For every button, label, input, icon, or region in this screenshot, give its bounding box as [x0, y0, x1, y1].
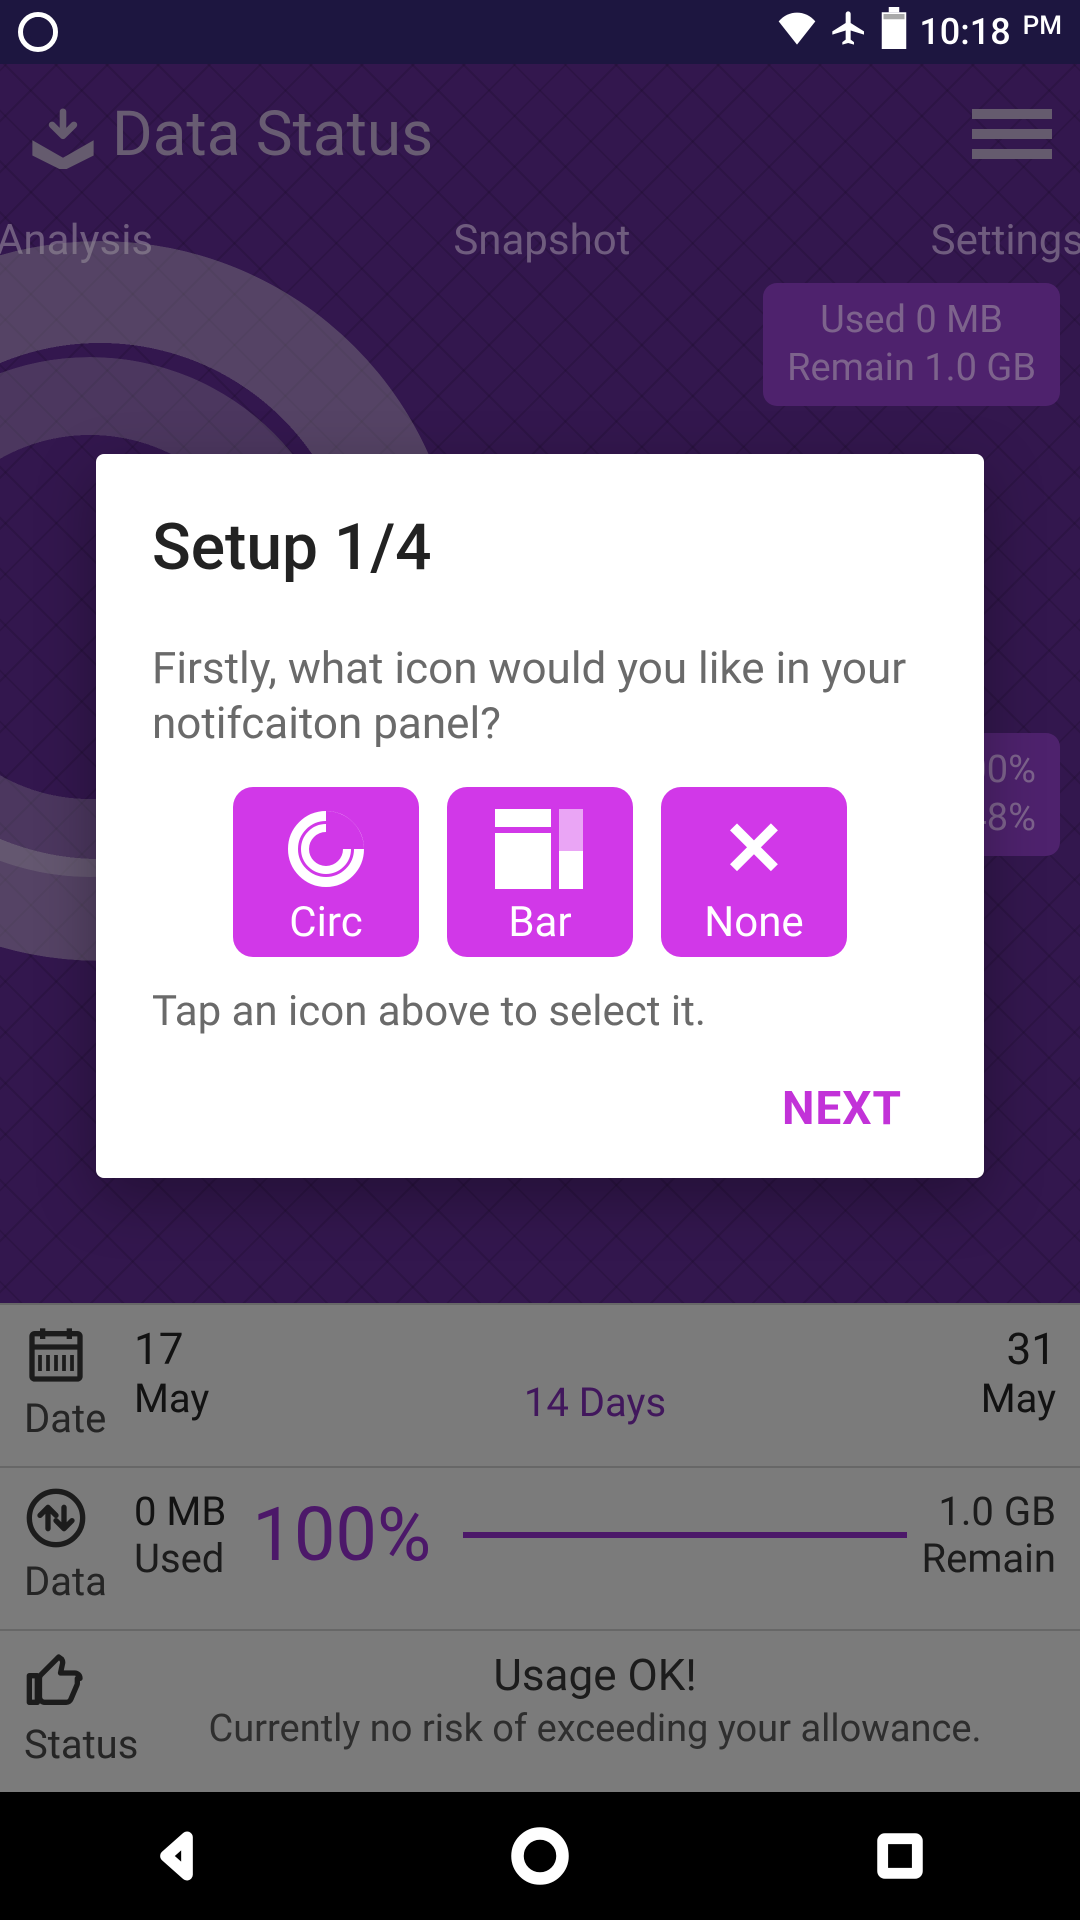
- status-bar: 10:18 PM: [0, 0, 1080, 64]
- home-button[interactable]: [505, 1821, 575, 1891]
- bar-icon: [495, 787, 585, 898]
- choice-bar-label: Bar: [508, 898, 571, 947]
- status-time: 10:18: [919, 11, 1010, 53]
- airplane-icon: [829, 8, 869, 57]
- next-button[interactable]: NEXT: [782, 1082, 902, 1136]
- recent-apps-button[interactable]: [865, 1821, 935, 1891]
- choice-none-button[interactable]: ✕ None: [661, 787, 847, 957]
- back-button[interactable]: [145, 1821, 215, 1891]
- dialog-hint: Tap an icon above to select it.: [152, 987, 928, 1036]
- status-ampm: PM: [1023, 7, 1062, 41]
- close-icon: ✕: [722, 787, 786, 898]
- circ-icon: [288, 787, 364, 898]
- moon-icon: [18, 12, 58, 52]
- choice-none-label: None: [704, 898, 803, 947]
- wifi-icon: [777, 11, 817, 54]
- choice-bar-button[interactable]: Bar: [447, 787, 633, 957]
- setup-dialog: Setup 1/4 Firstly, what icon would you l…: [96, 454, 984, 1178]
- battery-icon: [881, 7, 907, 58]
- dialog-text: Firstly, what icon would you like in you…: [152, 641, 928, 751]
- dialog-title: Setup 1/4: [152, 510, 928, 585]
- choice-circ-button[interactable]: Circ: [233, 787, 419, 957]
- choice-circ-label: Circ: [289, 898, 362, 947]
- icon-choices: Circ Bar ✕ None: [152, 787, 928, 957]
- navigation-bar: [0, 1792, 1080, 1920]
